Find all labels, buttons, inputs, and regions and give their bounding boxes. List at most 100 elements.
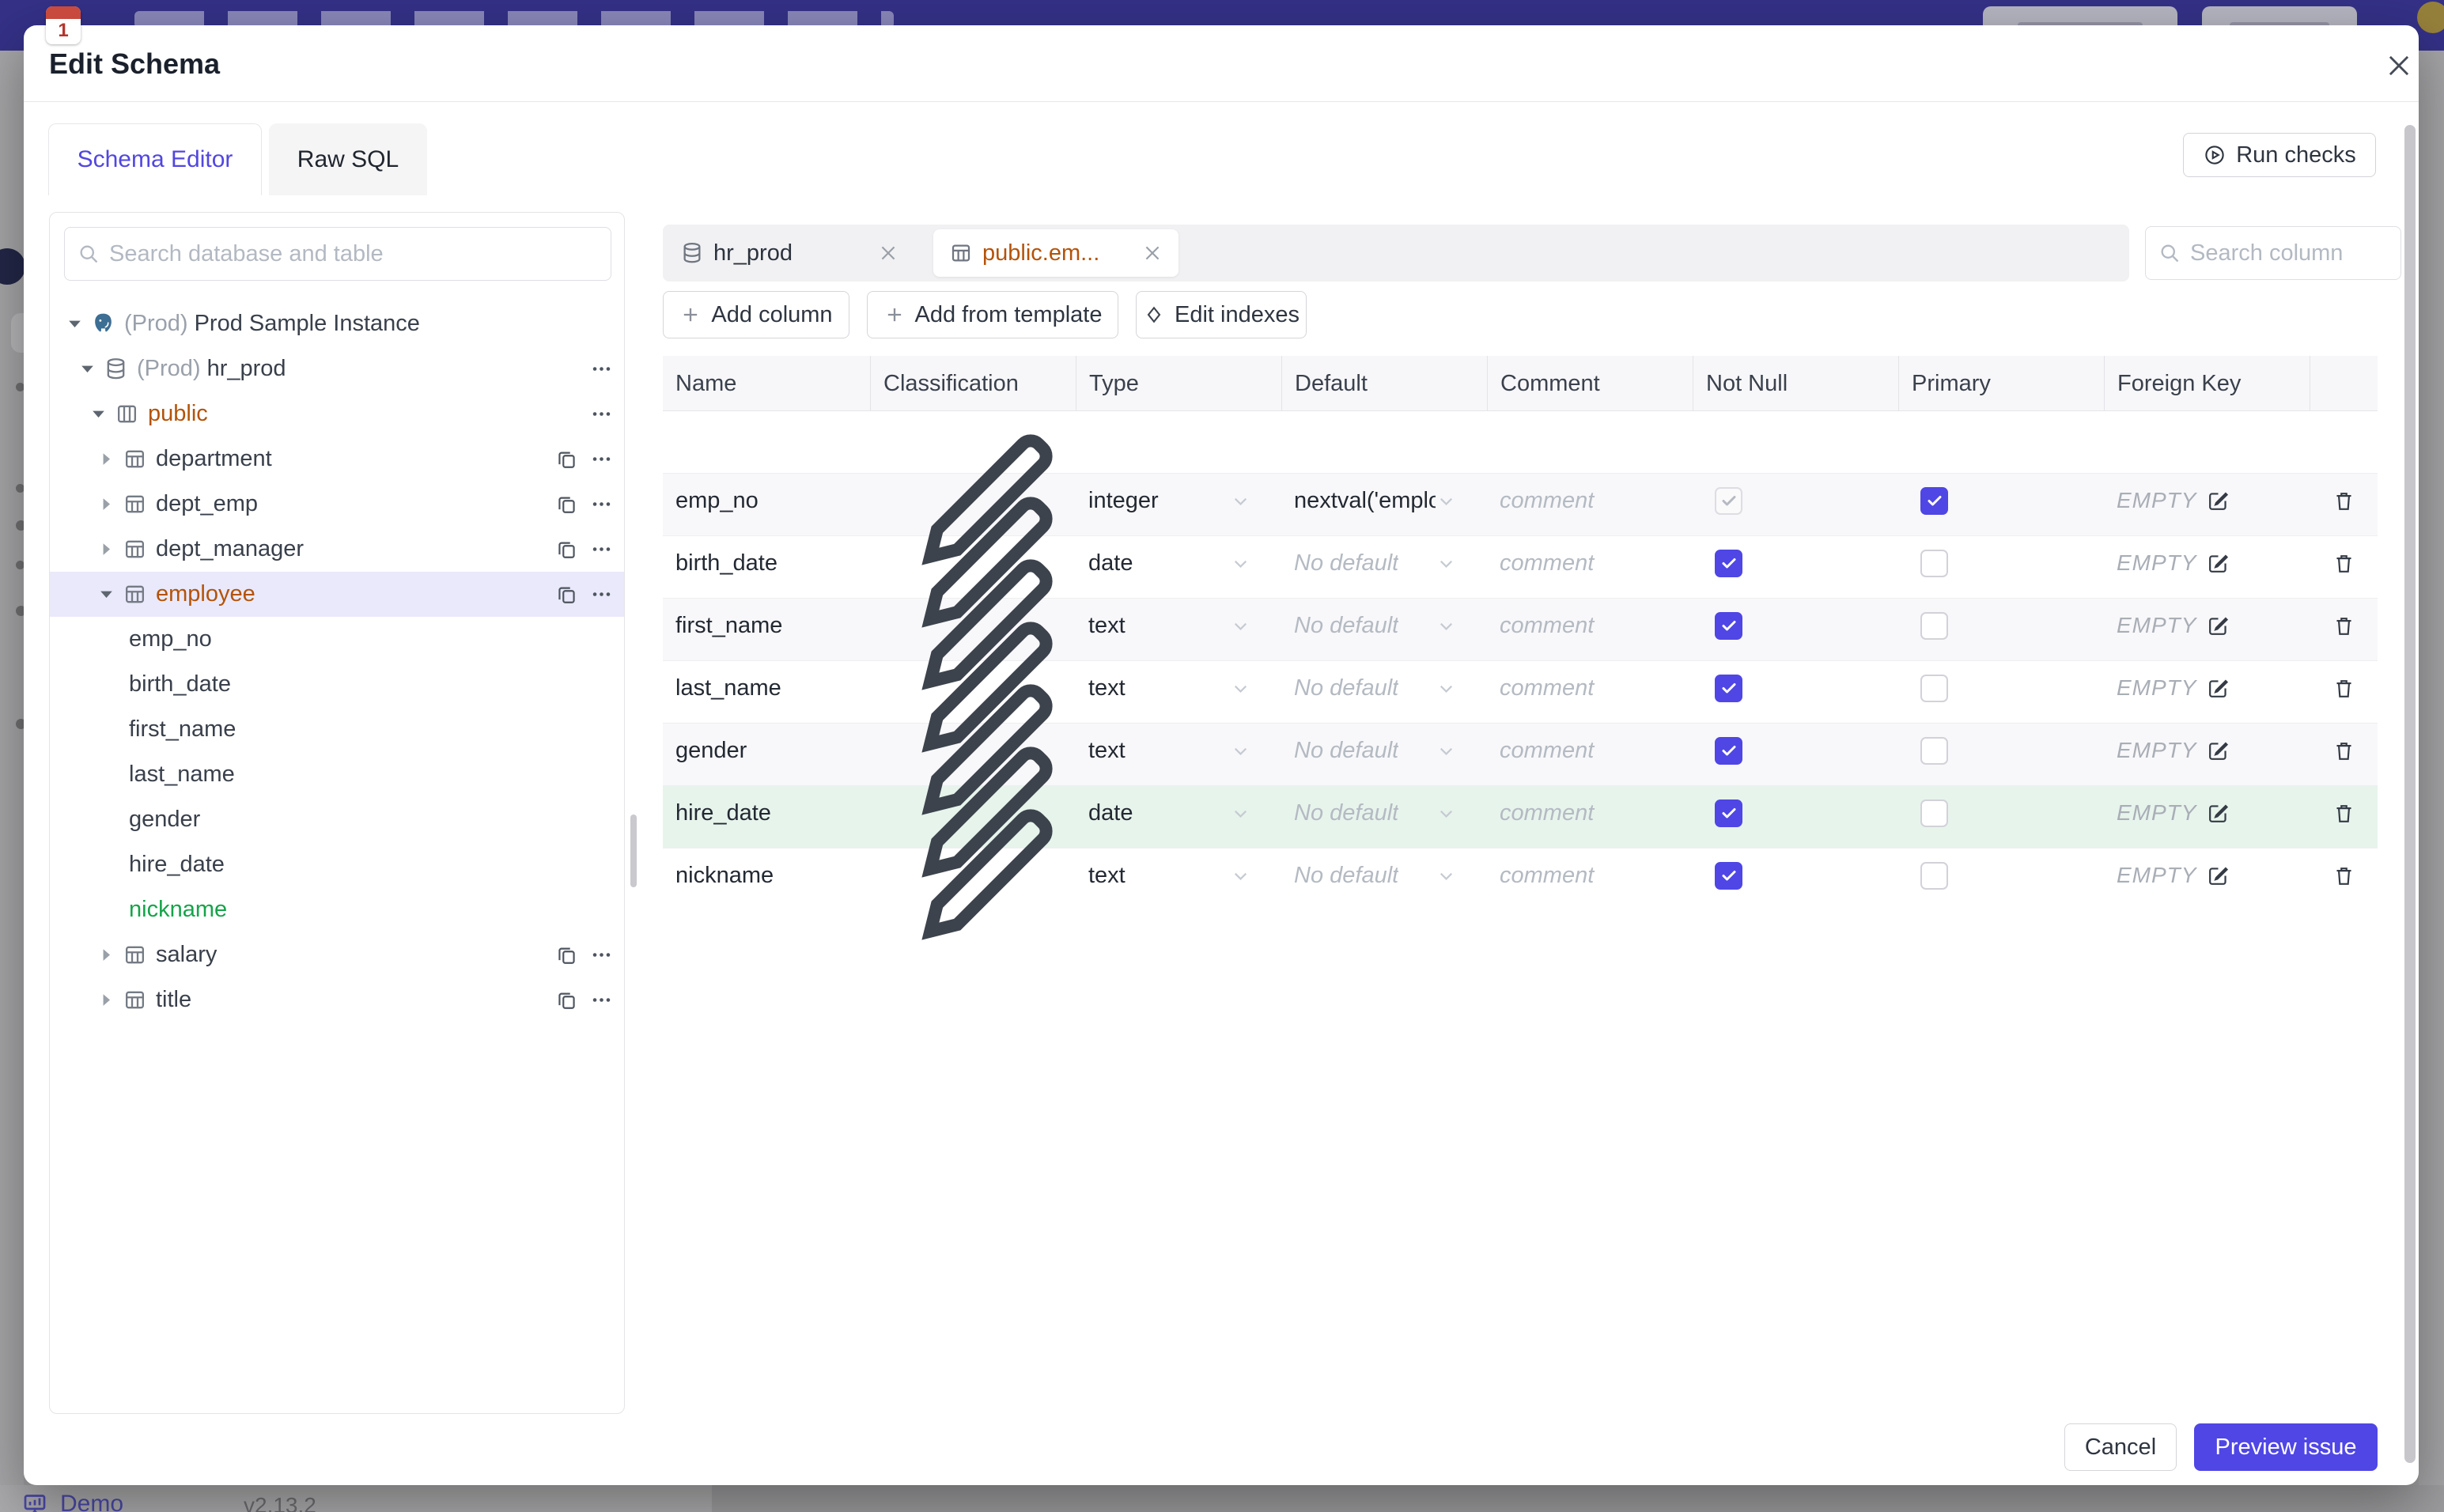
demo-link[interactable]: Demo [21, 1490, 123, 1512]
column-name-cell[interactable]: emp_no [663, 488, 870, 514]
trash-icon[interactable] [2332, 676, 2356, 701]
primary-checkbox[interactable] [1920, 674, 1948, 702]
type-select[interactable]: integer [1076, 488, 1281, 514]
not-null-checkbox[interactable] [1715, 736, 1742, 765]
chevron-down-icon[interactable] [96, 584, 117, 605]
comment-input[interactable]: comment [1487, 613, 1693, 639]
tree-item-employee[interactable]: employee [50, 572, 624, 617]
edit-square-icon[interactable] [2206, 739, 2230, 763]
column-search-input[interactable] [2190, 240, 2388, 266]
tree-item-emp_no[interactable]: emp_no [50, 617, 624, 662]
chevron-down-icon[interactable] [64, 313, 85, 335]
default-select[interactable]: No default [1281, 550, 1487, 576]
tree-item-dept_emp[interactable]: dept_emp [50, 482, 624, 527]
chevron-right-icon[interactable] [96, 989, 117, 1011]
add-from-template-button[interactable]: Add from template [867, 291, 1118, 338]
tree-item-public[interactable]: public [50, 391, 624, 437]
type-select[interactable]: text [1076, 863, 1281, 889]
copy-icon[interactable] [555, 583, 578, 606]
type-select[interactable]: text [1076, 738, 1281, 764]
primary-checkbox[interactable] [1920, 799, 1948, 827]
default-select[interactable]: No default [1281, 863, 1487, 889]
more-icon[interactable] [590, 403, 613, 425]
type-select[interactable]: text [1076, 613, 1281, 639]
not-null-checkbox[interactable] [1715, 674, 1742, 702]
edit-square-icon[interactable] [2206, 614, 2230, 638]
tree-item-dept_manager[interactable]: dept_manager [50, 527, 624, 572]
primary-checkbox[interactable] [1920, 736, 1948, 765]
tree-item-title[interactable]: title [50, 977, 624, 1022]
more-icon[interactable] [590, 538, 613, 561]
tree-item-hire_date[interactable]: hire_date [50, 842, 624, 887]
tree-item-nickname[interactable]: nickname [50, 887, 624, 932]
trash-icon[interactable] [2332, 801, 2356, 826]
more-icon[interactable] [590, 943, 613, 966]
default-select[interactable]: No default [1281, 675, 1487, 701]
trash-icon[interactable] [2332, 551, 2356, 576]
primary-checkbox[interactable] [1920, 486, 1948, 515]
chevron-down-icon[interactable] [77, 358, 98, 380]
trash-icon[interactable] [2332, 489, 2356, 513]
edit-square-icon[interactable] [2206, 864, 2230, 888]
trash-icon[interactable] [2332, 614, 2356, 638]
edit-square-icon[interactable] [2206, 676, 2230, 701]
column-name-cell[interactable]: first_name [663, 613, 870, 639]
comment-input[interactable]: comment [1487, 738, 1693, 764]
column-name-cell[interactable]: last_name [663, 675, 870, 701]
close-tab-icon[interactable] [878, 243, 899, 263]
trash-icon[interactable] [2332, 864, 2356, 888]
close-tab-icon[interactable] [1142, 243, 1163, 263]
comment-input[interactable]: comment [1487, 863, 1693, 889]
edit-square-icon[interactable] [2206, 489, 2230, 513]
modal-scrollbar-thumb[interactable] [2404, 125, 2416, 1463]
edit-square-icon[interactable] [2206, 551, 2230, 576]
chevron-down-icon[interactable] [88, 403, 109, 425]
tree-item-first_name[interactable]: first_name [50, 707, 624, 752]
not-null-checkbox[interactable] [1715, 611, 1742, 640]
not-null-checkbox[interactable] [1715, 861, 1742, 890]
primary-checkbox[interactable] [1920, 861, 1948, 890]
chevron-right-icon[interactable] [96, 539, 117, 560]
tree-item-gender[interactable]: gender [50, 797, 624, 842]
copy-icon[interactable] [555, 988, 578, 1011]
comment-input[interactable]: comment [1487, 488, 1693, 514]
copy-icon[interactable] [555, 448, 578, 471]
default-select[interactable]: No default [1281, 800, 1487, 826]
copy-icon[interactable] [555, 538, 578, 561]
default-select[interactable]: nextval('employ [1281, 488, 1487, 514]
pencil-icon[interactable] [897, 786, 1076, 965]
chevron-right-icon[interactable] [96, 493, 117, 515]
default-select[interactable]: No default [1281, 738, 1487, 764]
tree-item-hr_prod[interactable]: (Prod) hr_prod [50, 346, 624, 391]
close-icon[interactable] [2384, 51, 2414, 81]
tree-item-Prod Sample Instance[interactable]: (Prod) Prod Sample Instance [50, 301, 624, 346]
chevron-right-icon[interactable] [96, 944, 117, 966]
type-select[interactable]: text [1076, 675, 1281, 701]
more-icon[interactable] [590, 357, 613, 380]
edit-square-icon[interactable] [2206, 801, 2230, 826]
not-null-checkbox[interactable] [1715, 799, 1742, 827]
tree-scrollbar-thumb[interactable] [630, 815, 637, 887]
more-icon[interactable] [590, 988, 613, 1011]
tree-item-department[interactable]: department [50, 437, 624, 482]
comment-input[interactable]: comment [1487, 550, 1693, 576]
tree-item-birth_date[interactable]: birth_date [50, 662, 624, 707]
tab-public-employee[interactable]: public.em... [933, 229, 1178, 277]
copy-icon[interactable] [555, 493, 578, 516]
run-checks-button[interactable]: Run checks [2183, 133, 2376, 177]
comment-input[interactable]: comment [1487, 675, 1693, 701]
tab-hr-prod[interactable]: hr_prod [663, 240, 916, 266]
type-select[interactable]: date [1076, 800, 1281, 826]
tab-schema-editor[interactable]: Schema Editor [48, 123, 262, 195]
copy-icon[interactable] [555, 943, 578, 966]
not-null-checkbox[interactable] [1715, 549, 1742, 577]
cancel-button[interactable]: Cancel [2064, 1423, 2177, 1471]
more-icon[interactable] [590, 583, 613, 606]
chevron-right-icon[interactable] [96, 448, 117, 470]
primary-checkbox[interactable] [1920, 549, 1948, 577]
column-name-cell[interactable]: nickname [663, 863, 870, 889]
add-column-button[interactable]: Add column [663, 291, 849, 338]
default-select[interactable]: No default [1281, 613, 1487, 639]
comment-input[interactable]: comment [1487, 800, 1693, 826]
type-select[interactable]: date [1076, 550, 1281, 576]
